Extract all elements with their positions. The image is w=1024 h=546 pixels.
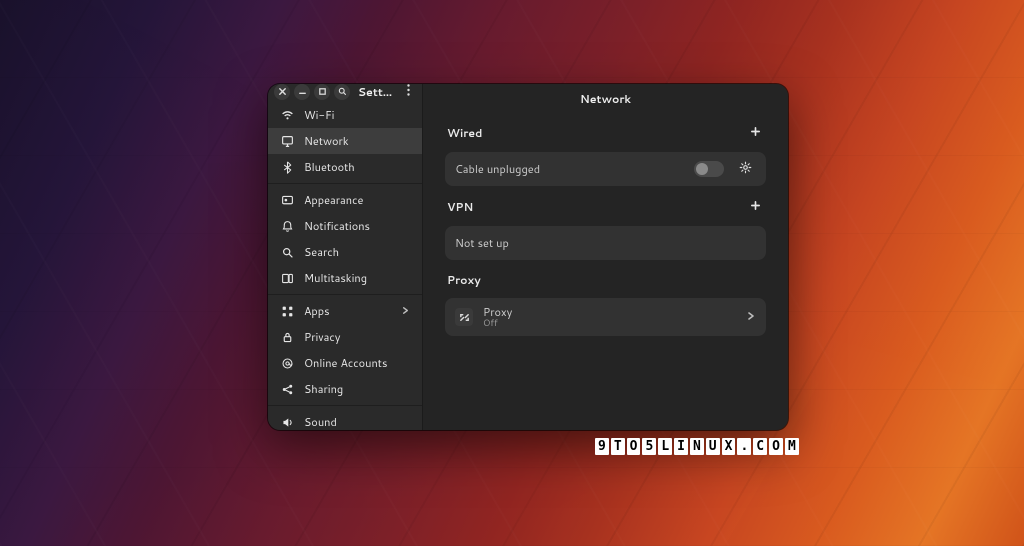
watermark-char: O [627, 438, 641, 455]
sidebar-item-label: Wi-Fi [304, 107, 410, 123]
sidebar-item-label: Multitasking [304, 270, 410, 286]
wired-connection-row[interactable]: Cable unplugged [445, 152, 766, 186]
search-icon [338, 84, 347, 100]
sidebar-item-label: Apps [304, 303, 391, 319]
sidebar-item-sound[interactable]: Sound [268, 409, 422, 430]
vpn-status-text: Not set up [455, 235, 509, 251]
sidebar-separator [268, 183, 422, 184]
maximize-icon [318, 84, 327, 100]
watermark-char: . [737, 438, 751, 455]
watermark-char: 9 [595, 438, 609, 455]
network-icon [280, 135, 294, 148]
at-icon [280, 357, 294, 370]
plus-icon [750, 199, 761, 215]
sidebar-separator [268, 294, 422, 295]
watermark-char: L [658, 438, 672, 455]
watermark-char: T [611, 438, 625, 455]
proxy-row[interactable]: Proxy Off [445, 298, 766, 336]
sidebar-item-multitasking[interactable]: Multitasking [268, 265, 422, 291]
sidebar-item-wifi[interactable]: Wi-Fi [268, 102, 422, 128]
settings-window: Sett… Wi-Fi Network Bluetooth Appeara [268, 84, 788, 430]
sidebar-item-sharing[interactable]: Sharing [268, 376, 422, 402]
sidebar-item-search[interactable]: Search [268, 239, 422, 265]
close-button[interactable] [274, 84, 290, 100]
vpn-heading: VPN [447, 199, 473, 215]
sidebar-item-label: Privacy [304, 329, 410, 345]
sidebar-item-online-accounts[interactable]: Online Accounts [268, 350, 422, 376]
maximize-button[interactable] [314, 84, 330, 100]
appearance-icon [280, 194, 294, 207]
chevron-right-icon [746, 309, 756, 325]
sidebar-nav: Wi-Fi Network Bluetooth Appearance Notif… [268, 100, 422, 430]
sidebar-item-apps[interactable]: Apps [268, 298, 422, 324]
content-title: Network [423, 84, 788, 114]
sidebar-item-network[interactable]: Network [268, 128, 422, 154]
bluetooth-icon [280, 161, 294, 174]
search-button[interactable] [334, 84, 350, 100]
bell-icon [280, 220, 294, 233]
watermark: 9TO5LINUX.COM [595, 438, 799, 455]
sidebar-item-appearance[interactable]: Appearance [268, 187, 422, 213]
gear-icon [739, 161, 752, 178]
sidebar-separator [268, 405, 422, 406]
window-title: Sett… [354, 84, 396, 100]
wifi-icon [280, 109, 294, 122]
proxy-heading: Proxy [447, 272, 481, 288]
sidebar: Sett… Wi-Fi Network Bluetooth Appeara [268, 84, 423, 430]
sidebar-item-label: Search [304, 244, 410, 260]
vpn-status-row: Not set up [445, 226, 766, 260]
proxy-icon [455, 308, 473, 326]
sidebar-item-notifications[interactable]: Notifications [268, 213, 422, 239]
watermark-char: I [674, 438, 688, 455]
sidebar-item-label: Bluetooth [304, 159, 410, 175]
proxy-row-title: Proxy [483, 306, 736, 319]
sidebar-item-privacy[interactable]: Privacy [268, 324, 422, 350]
sidebar-item-label: Appearance [304, 192, 410, 208]
sidebar-item-label: Sharing [304, 381, 410, 397]
watermark-char: U [706, 438, 720, 455]
wired-toggle[interactable] [694, 161, 724, 177]
content-pane: Network Wired Cable unplugged VPN [423, 84, 788, 430]
wired-status-text: Cable unplugged [455, 161, 684, 177]
search-icon [280, 246, 294, 259]
menu-button[interactable] [400, 84, 416, 100]
apps-icon [280, 305, 294, 318]
wired-section-header: Wired [445, 120, 766, 144]
kebab-icon [407, 84, 410, 100]
wired-heading: Wired [447, 125, 482, 141]
sidebar-item-label: Notifications [304, 218, 410, 234]
minimize-icon [298, 84, 307, 100]
plus-icon [750, 125, 761, 141]
sidebar-item-bluetooth[interactable]: Bluetooth [268, 154, 422, 180]
proxy-section-header: Proxy [445, 268, 766, 290]
watermark-char: O [769, 438, 783, 455]
minimize-button[interactable] [294, 84, 310, 100]
content-body: Wired Cable unplugged VPN Not set up [423, 114, 788, 430]
vpn-section-header: VPN [445, 194, 766, 218]
proxy-row-text: Proxy Off [483, 306, 736, 329]
wired-settings-button[interactable] [734, 158, 756, 180]
vpn-add-button[interactable] [746, 198, 764, 216]
lock-icon [280, 331, 294, 344]
share-icon [280, 383, 294, 396]
watermark-char: M [785, 438, 799, 455]
sound-icon [280, 416, 294, 429]
watermark-char: C [753, 438, 767, 455]
sidebar-item-label: Network [304, 133, 410, 149]
wired-add-button[interactable] [746, 124, 764, 142]
sidebar-item-label: Sound [304, 414, 410, 430]
proxy-row-subtitle: Off [483, 318, 736, 328]
chevron-right-icon [401, 303, 410, 319]
watermark-char: X [722, 438, 736, 455]
watermark-char: N [690, 438, 704, 455]
sidebar-item-label: Online Accounts [304, 355, 410, 371]
close-icon [278, 84, 287, 100]
watermark-char: 5 [642, 438, 656, 455]
titlebar: Sett… [268, 84, 422, 100]
multitasking-icon [280, 272, 294, 285]
